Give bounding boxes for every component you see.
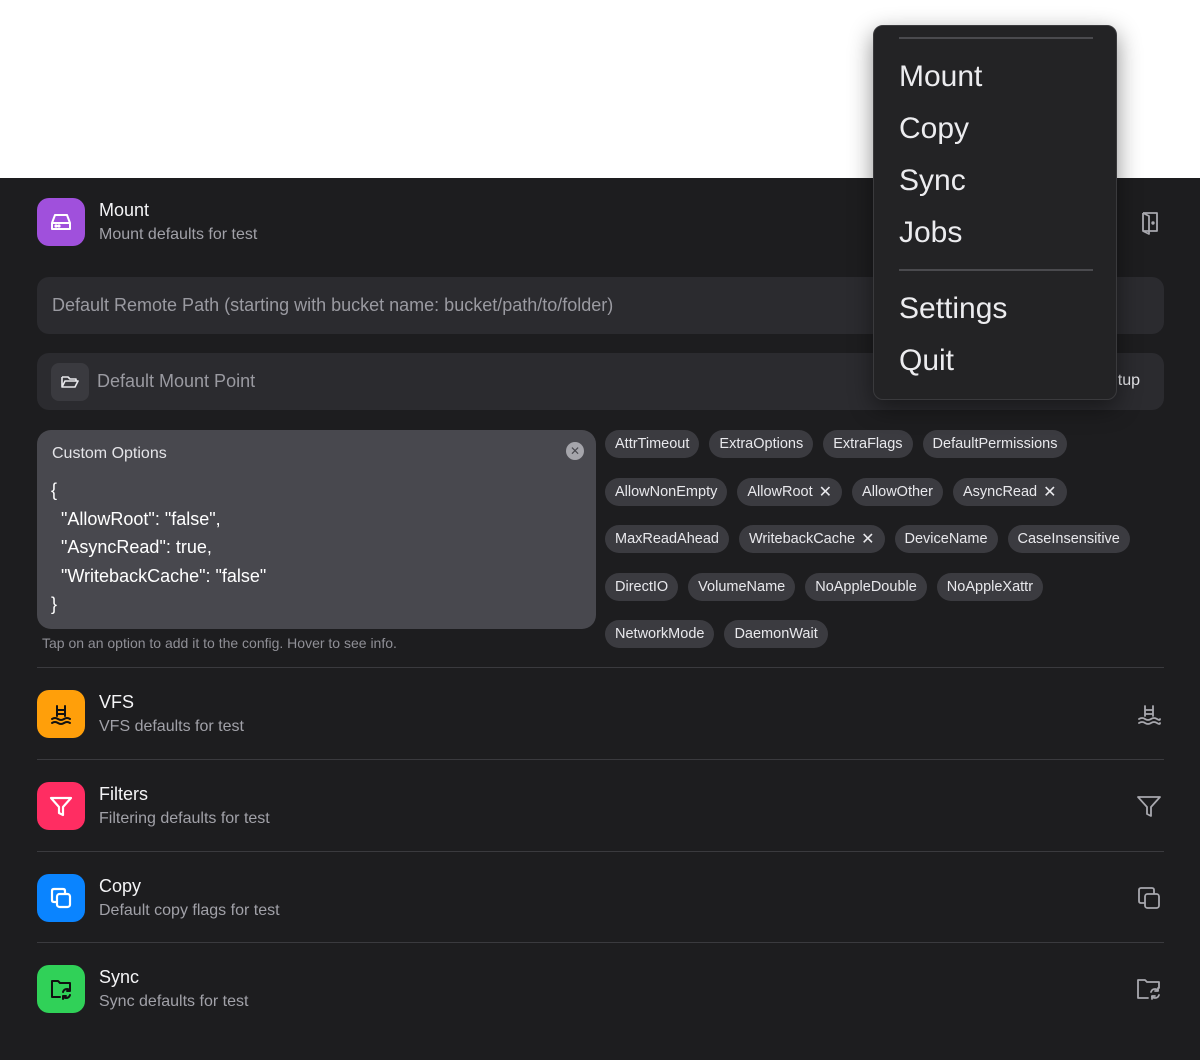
vfs-subtitle: VFS defaults for test — [99, 718, 244, 735]
drive-icon — [37, 198, 85, 246]
filters-title: Filters — [99, 784, 148, 804]
option-chip-label: AllowNonEmpty — [615, 484, 718, 500]
option-chip-defaultpermissions[interactable]: DefaultPermissions — [922, 430, 1068, 458]
filters-subtitle: Filtering defaults for test — [99, 810, 270, 827]
option-chip-noapplexattr[interactable]: NoAppleXattr — [936, 573, 1044, 601]
option-chip-attrtimeout[interactable]: AttrTimeout — [605, 430, 700, 458]
option-chip-label: NetworkMode — [615, 626, 705, 642]
copy-section-header[interactable]: Copy Default copy flags for test — [37, 874, 1163, 924]
option-chip-label: DirectIO — [615, 579, 669, 595]
option-chip-devicename[interactable]: DeviceName — [894, 525, 998, 553]
clear-icon[interactable]: ✕ — [566, 442, 584, 460]
custom-options-label: Custom Options — [52, 445, 167, 462]
option-chip-label: AttrTimeout — [615, 436, 690, 452]
folder-sync-icon — [1135, 975, 1163, 1003]
option-chip-daemonwait[interactable]: DaemonWait — [724, 620, 828, 648]
option-chip-allowother[interactable]: AllowOther — [852, 478, 943, 506]
copy-title: Copy — [99, 876, 142, 896]
menubar-dropdown-menu: Mount Copy Sync Jobs Settings Quit — [873, 25, 1117, 400]
option-chip-label: CaseInsensitive — [1017, 531, 1120, 547]
option-chip-label: DefaultPermissions — [932, 436, 1058, 452]
remote-path-placeholder: Default Remote Path (starting with bucke… — [52, 295, 614, 315]
divider — [37, 667, 1164, 668]
filter-icon — [1135, 792, 1163, 820]
option-chip-asyncread[interactable]: AsyncRead ✕ — [952, 478, 1067, 506]
menu-item-copy[interactable]: Copy — [899, 112, 969, 146]
custom-options-code[interactable]: { "AllowRoot": "false", "AsyncRead": tru… — [51, 476, 266, 619]
code-line: "WritebackCache": "false" — [51, 565, 267, 586]
option-chip-allownonempty[interactable]: AllowNonEmpty — [605, 478, 728, 506]
filters-section-header[interactable]: Filters Filtering defaults for test — [37, 782, 1163, 832]
option-chip-extraoptions[interactable]: ExtraOptions — [709, 430, 814, 458]
options-hint: Tap on an option to add it to the config… — [42, 635, 397, 651]
folder-picker-button[interactable] — [51, 363, 89, 401]
custom-options-editor[interactable]: Custom Options ✕ { "AllowRoot": "false",… — [37, 430, 596, 629]
option-chip-row: NetworkMode DaemonWait — [605, 620, 828, 648]
option-chip-label: WritebackCache — [749, 531, 856, 547]
divider — [37, 759, 1164, 760]
menu-item-mount[interactable]: Mount — [899, 60, 982, 94]
sync-subtitle: Sync defaults for test — [99, 993, 249, 1010]
copy-subtitle: Default copy flags for test — [99, 902, 280, 919]
option-chip-label: AsyncRead — [962, 484, 1038, 500]
option-chip-label: NoAppleXattr — [946, 579, 1034, 595]
mount-point-placeholder: Default Mount Point — [97, 371, 256, 391]
copy-icon — [1135, 884, 1163, 912]
sidebar-toggle-icon[interactable] — [1135, 208, 1163, 236]
option-chip-allowroot[interactable]: AllowRoot ✕ — [737, 478, 843, 506]
option-chip-noappledouble[interactable]: NoAppleDouble — [805, 573, 927, 601]
option-chip-directio[interactable]: DirectIO — [605, 573, 679, 601]
divider — [37, 942, 1164, 943]
folder-open-icon — [61, 376, 79, 388]
code-line: "AsyncRead": true, — [51, 537, 212, 557]
remove-icon[interactable]: ✕ — [819, 482, 832, 502]
option-chip-row: DirectIO VolumeName NoAppleDouble NoAppleXa… — [605, 573, 1044, 601]
option-chip-writebackcache[interactable]: WritebackCache ✕ — [739, 525, 885, 553]
option-chip-maxreadahead[interactable]: MaxReadAhead — [605, 525, 729, 553]
option-chip-networkmode[interactable]: NetworkMode — [605, 620, 715, 648]
mount-subtitle: Mount defaults for test — [99, 226, 258, 243]
option-chip-label: VolumeName — [698, 579, 786, 595]
option-chip-extraflags[interactable]: ExtraFlags — [823, 430, 913, 458]
pool-icon — [37, 690, 85, 738]
option-chip-label: AllowRoot — [747, 484, 813, 500]
remove-icon[interactable]: ✕ — [861, 529, 874, 549]
setup-button[interactable]: tup — [1118, 372, 1140, 390]
vfs-section-header[interactable]: VFS VFS defaults for test — [37, 690, 1163, 740]
divider — [37, 851, 1164, 852]
folder-sync-icon — [37, 965, 85, 1013]
remove-icon[interactable]: ✕ — [1043, 482, 1056, 502]
option-chip-label: ExtraOptions — [719, 436, 804, 452]
option-chip-label: MaxReadAhead — [615, 531, 719, 547]
copy-icon — [37, 874, 85, 922]
option-chip-row: MaxReadAhead WritebackCache ✕ DeviceName Cas… — [605, 525, 1130, 553]
option-chip-volumename[interactable]: VolumeName — [688, 573, 796, 601]
option-chip-label: NoAppleDouble — [815, 579, 917, 595]
code-line: { — [51, 480, 58, 500]
pool-icon — [1135, 700, 1163, 728]
option-chip-label: DeviceName — [904, 531, 988, 547]
filter-icon — [37, 782, 85, 830]
menu-separator — [899, 37, 1093, 39]
option-chip-label: ExtraFlags — [833, 436, 903, 452]
option-chip-row: AllowNonEmpty AllowRoot ✕ AllowOther AsyncRe… — [605, 478, 1067, 506]
menu-item-quit[interactable]: Quit — [899, 344, 954, 378]
menu-item-settings[interactable]: Settings — [899, 292, 1007, 326]
option-chip-caseinsensitive[interactable]: CaseInsensitive — [1007, 525, 1130, 553]
option-chip-row: AttrTimeout ExtraOptions ExtraFlags Default… — [605, 430, 1068, 458]
menu-item-jobs[interactable]: Jobs — [899, 216, 962, 250]
option-chip-label: DaemonWait — [734, 626, 818, 642]
code-line: "AllowRoot": "false", — [51, 508, 221, 529]
mount-title: Mount — [99, 200, 150, 220]
menu-item-sync[interactable]: Sync — [899, 164, 966, 198]
menu-separator — [899, 269, 1093, 271]
vfs-title: VFS — [99, 692, 135, 712]
sync-title: Sync — [99, 967, 140, 987]
sync-section-header[interactable]: Sync Sync defaults for test — [37, 965, 1163, 1015]
option-chip-label: AllowOther — [862, 484, 933, 500]
code-line: } — [51, 594, 58, 614]
